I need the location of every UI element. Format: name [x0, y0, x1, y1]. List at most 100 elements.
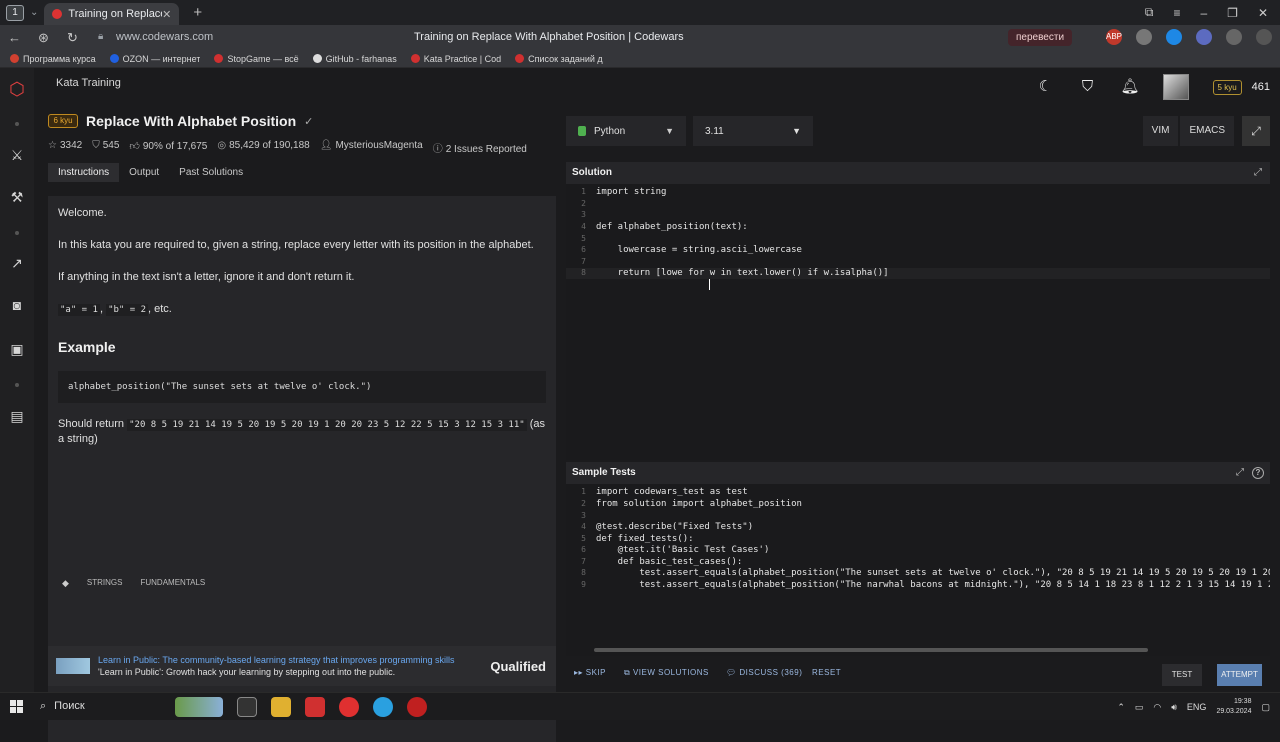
windows-start-icon[interactable] — [10, 700, 24, 714]
bookmark-icon[interactable]: ⛉ — [1079, 78, 1097, 96]
globe-icon[interactable] — [1136, 29, 1152, 45]
inline-code: "b" = 2 — [106, 303, 148, 316]
reset-button[interactable]: RESET — [812, 668, 841, 677]
tag-strings[interactable]: STRINGS — [87, 578, 123, 589]
wifi-icon[interactable]: ◠ — [1153, 702, 1161, 713]
bell-icon[interactable]: 🔔︎ — [1121, 78, 1140, 96]
language-select[interactable]: Python ▼ — [566, 116, 686, 146]
menu-icon[interactable]: ≡ — [1173, 6, 1180, 20]
learn-in-public-banner[interactable]: Learn in Public: The community-based lea… — [48, 646, 556, 686]
practice-icon[interactable]: ⚒ — [8, 188, 26, 206]
telegram-icon[interactable] — [373, 697, 393, 717]
banner-title[interactable]: Learn in Public: The community-based lea… — [98, 655, 490, 665]
favorites-stat[interactable]: ⛉ 545 — [92, 140, 119, 155]
notifications-icon[interactable]: ▢ — [1261, 702, 1270, 713]
code-line: 8 test.assert_equals(alphabet_position("… — [581, 568, 1270, 578]
tab-count-button[interactable]: 1 — [6, 4, 24, 21]
extension-blue-icon[interactable] — [1166, 29, 1182, 45]
attempt-button[interactable]: ATTEMPT — [1217, 664, 1262, 686]
kata-tags: ◆ STRINGS FUNDAMENTALS — [62, 577, 205, 589]
bookmark-item[interactable]: StopGame — всё — [214, 54, 299, 64]
expand-icon[interactable]: ⤢ — [1254, 162, 1262, 184]
expand-icon[interactable]: ⤢ — [1236, 462, 1244, 484]
page-title: Training on Replace With Alphabet Positi… — [414, 31, 684, 43]
yandex-icon[interactable] — [339, 697, 359, 717]
weather-widget[interactable] — [175, 697, 223, 717]
chat-icon[interactable]: ▣ — [8, 340, 26, 358]
browser-tab-active[interactable]: Training on Replace Wi ✕ — [44, 3, 180, 25]
author-stat[interactable]: 👤︎ MysteriousMagenta — [320, 140, 423, 155]
app-icon[interactable] — [407, 697, 427, 717]
example-code: alphabet_position("The sunset sets at tw… — [58, 371, 546, 404]
collections-icon[interactable]: ⧉ — [1145, 5, 1154, 20]
sample-tests-editor[interactable]: 1 import codewars_test as test 2 from solu… — [566, 484, 1270, 656]
url-field[interactable]: www.codewars.com — [116, 31, 213, 43]
yandex-browser-icon[interactable] — [305, 697, 325, 717]
bookmark-item[interactable]: Список заданий д — [515, 54, 603, 64]
discuss-button[interactable]: 💬︎ DISCUSS (369) — [726, 668, 802, 677]
back-icon[interactable]: ← — [0, 30, 29, 45]
help-icon[interactable]: ? — [1252, 467, 1264, 479]
solution-header: Solution ⤢ — [566, 162, 1270, 184]
close-tab-icon[interactable]: ✕ — [162, 8, 171, 21]
star-icon: ☆ — [48, 140, 57, 151]
battery-icon[interactable]: ▭ — [1135, 702, 1144, 713]
extension-purple-icon[interactable] — [1196, 29, 1212, 45]
bookmark-item[interactable]: Kata Practice | Cod — [410, 54, 501, 64]
docs-icon[interactable]: ▤ — [8, 407, 26, 425]
tab-instructions[interactable]: Instructions — [48, 163, 120, 182]
chevron-down-icon: ▼ — [792, 126, 801, 136]
fullscreen-icon[interactable]: ⤢ — [1242, 116, 1270, 146]
codewars-logo-icon[interactable]: ⬡ — [8, 80, 26, 98]
kata-header: 6 kyu Replace With Alphabet Position ✓ — [48, 113, 313, 129]
bookmark-item[interactable]: Программа курса — [10, 54, 96, 64]
vim-mode-button[interactable]: VIM — [1142, 116, 1179, 146]
download-icon[interactable] — [1256, 29, 1272, 45]
example-heading: Example — [58, 339, 116, 356]
tab-output[interactable]: Output — [119, 163, 169, 182]
volume-icon[interactable]: 🔊︎ — [1171, 702, 1177, 713]
code-line: 5 — [581, 234, 586, 243]
extensions-icon[interactable] — [1226, 29, 1242, 45]
horizontal-scrollbar[interactable] — [594, 648, 1148, 652]
file-explorer-icon[interactable] — [271, 697, 291, 717]
minimize-icon[interactable]: – — [1200, 6, 1207, 20]
shield-icon[interactable]: ⊛ — [29, 30, 58, 46]
avatar[interactable] — [1162, 74, 1189, 100]
reload-icon[interactable]: ↻ — [58, 30, 87, 46]
target-icon: ◎ — [217, 140, 227, 151]
adblock-icon[interactable]: ABP — [1106, 29, 1122, 45]
votes-stat[interactable]: ☆ 3342 — [48, 140, 82, 155]
moon-icon[interactable]: ☾ — [1037, 78, 1055, 96]
translate-button[interactable]: перевести — [1008, 29, 1073, 46]
lock-icon: 🔒︎ — [98, 31, 104, 42]
task-view-icon[interactable] — [237, 697, 257, 717]
emacs-mode-button[interactable]: EMACS — [1180, 116, 1234, 146]
leaderboard-icon[interactable]: ↗ — [8, 254, 26, 272]
language-indicator[interactable]: ENG — [1187, 702, 1207, 712]
tab-past-solutions[interactable]: Past Solutions — [169, 163, 253, 182]
new-tab-icon[interactable]: + — [193, 4, 202, 21]
editor-modes: VIM EMACS ⤢ — [1142, 116, 1270, 146]
discord-icon[interactable]: ◙ — [8, 296, 26, 314]
clock[interactable]: 19:38 29.03.2024 — [1216, 697, 1251, 717]
issues-stat[interactable]: ⓘ 2 Issues Reported — [433, 140, 527, 155]
description-paragraph: Should return "20 8 5 19 21 14 19 5 20 1… — [58, 418, 546, 446]
chevron-up-icon[interactable]: ⌃ — [1117, 702, 1125, 713]
rail-dot — [15, 122, 19, 126]
test-button[interactable]: TEST — [1162, 664, 1202, 686]
bookmark-icon — [410, 54, 420, 63]
chevron-down-icon[interactable]: ⌄ — [30, 7, 38, 18]
version-select[interactable]: 3.11 ▼ — [693, 116, 813, 146]
taskbar-search[interactable]: ⌕ Поиск — [40, 700, 85, 713]
search-icon: ⌕ — [40, 700, 47, 712]
solution-editor[interactable]: 1 import string 2 3 4 def alphabet_positio… — [566, 184, 1270, 460]
close-window-icon[interactable]: ✕ — [1258, 6, 1268, 20]
training-icon[interactable]: ⚔ — [8, 146, 26, 164]
tag-fundamentals[interactable]: FUNDAMENTALS — [140, 578, 205, 589]
skip-button[interactable]: ▸▸ SKIP — [574, 668, 606, 677]
view-solutions-button[interactable]: ⧉ VIEW SOLUTIONS — [624, 668, 709, 678]
bookmark-item[interactable]: GitHub - farhanas — [312, 54, 397, 64]
restore-icon[interactable]: ❐ — [1227, 6, 1238, 20]
bookmark-item[interactable]: OZON — интернет — [109, 54, 200, 64]
